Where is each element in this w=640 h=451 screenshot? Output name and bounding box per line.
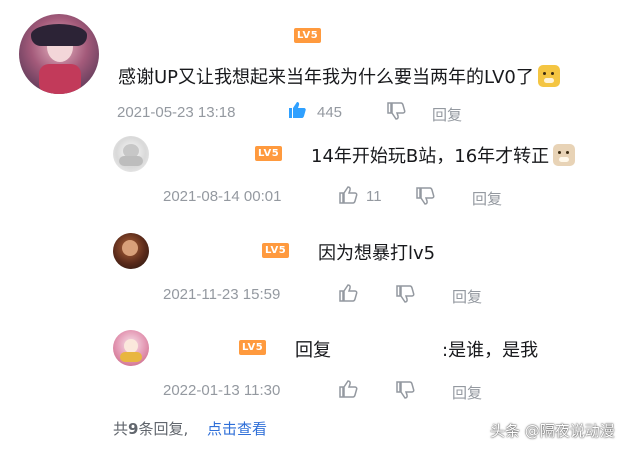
comment-body: 感谢UP又让我想起来当年我为什么要当两年的LV0了 (118, 67, 534, 88)
reply-button[interactable]: 回复 (452, 382, 482, 403)
avatar[interactable] (113, 136, 149, 172)
reply-text: 因为想暴打lv5 (318, 243, 436, 264)
like-count: 11 (366, 188, 382, 205)
view-replies-link[interactable]: 点击查看 (207, 418, 267, 439)
thumbs-down-icon[interactable] (395, 380, 415, 400)
thumbs-down-icon[interactable] (386, 101, 406, 121)
reply-count-num: 9 (128, 420, 139, 438)
reply-button[interactable]: 回复 (472, 188, 502, 209)
level-badge: LV5 (262, 243, 290, 258)
avatar[interactable] (19, 14, 99, 94)
reply-button[interactable]: 回复 (452, 286, 482, 307)
thumbs-down-icon[interactable] (395, 284, 415, 304)
level-badge: LV5 (255, 146, 283, 161)
reply-body: 14年开始玩B站，16年才转正 (311, 146, 550, 167)
reply-text: 回复 :是谁，是我 (295, 336, 538, 362)
reply-prefix: 回复 (295, 340, 331, 361)
reply-count-pre: 共 (113, 420, 129, 438)
watermark: 头条 @隔夜说动漫 (490, 422, 615, 440)
reply-count: 共9条回复, (113, 418, 188, 439)
reply-time: 2021-08-14 00:01 (163, 188, 282, 205)
comment-time: 2021-05-23 13:18 (117, 104, 236, 121)
level-badge: LV5 (294, 28, 322, 43)
reply-button[interactable]: 回复 (432, 104, 462, 125)
like-count: 445 (317, 104, 343, 121)
reply-time: 2022-01-13 11:30 (163, 382, 281, 399)
thumbs-up-icon[interactable] (338, 185, 358, 205)
thumbs-up-icon[interactable] (287, 100, 307, 120)
thumbs-up-icon[interactable] (338, 283, 358, 303)
avatar[interactable] (113, 233, 149, 269)
reply-body: :是谁，是我 (442, 340, 539, 361)
reply-count-post: 条回复, (138, 420, 189, 438)
thumbs-down-icon[interactable] (415, 186, 435, 206)
thumbs-up-icon[interactable] (338, 379, 358, 399)
level-badge: LV5 (239, 340, 267, 355)
comment-text: 感谢UP又让我想起来当年我为什么要当两年的LV0了 (118, 63, 560, 89)
reply-time: 2021-11-23 15:59 (163, 286, 281, 303)
reply-text: 14年开始玩B站，16年才转正 (311, 142, 576, 168)
doge-emoji (537, 65, 560, 87)
doge-emoji (553, 144, 576, 166)
avatar[interactable] (113, 330, 149, 366)
